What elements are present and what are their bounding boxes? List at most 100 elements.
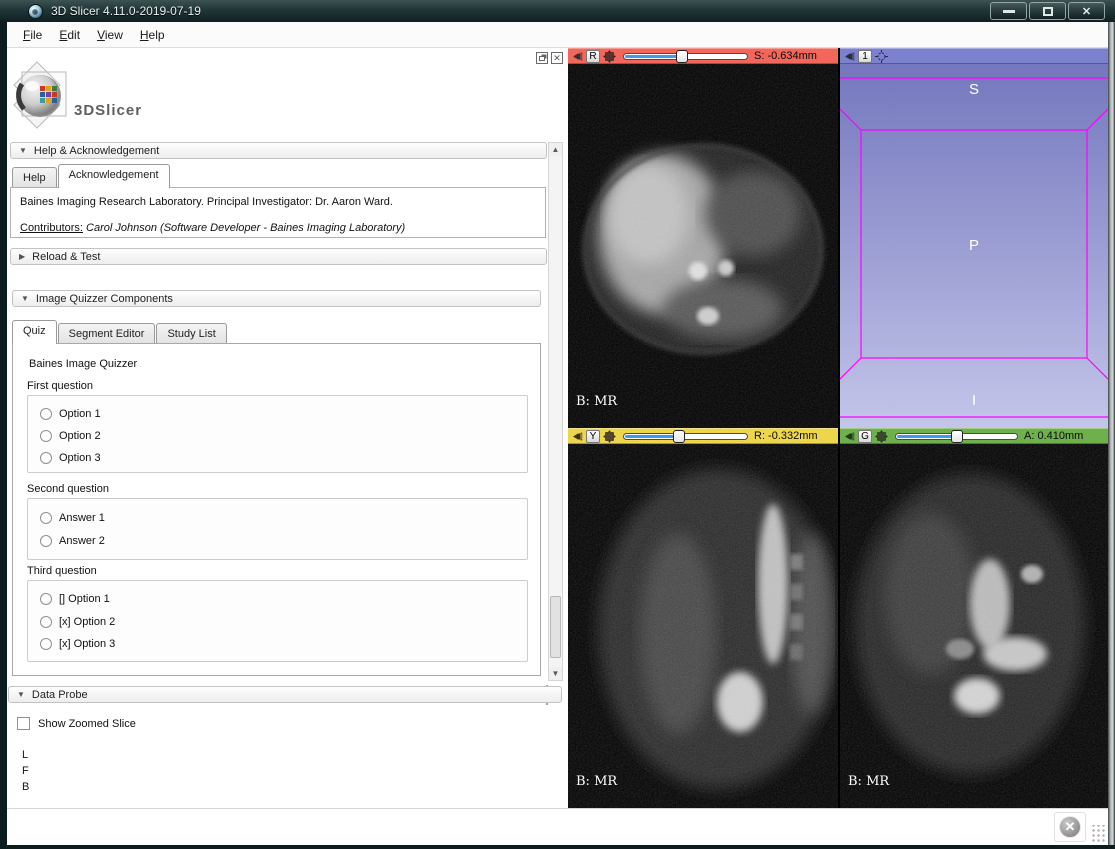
radio-option[interactable]: [x] Option 3	[40, 637, 115, 651]
green-corner-annotation: B: MR	[848, 774, 889, 789]
red-view-menu-button[interactable]: R	[586, 50, 600, 63]
orientation-label-s: S	[840, 81, 1108, 98]
title-bar: 3D Slicer 4.11.0-2019-07-19 ✕	[0, 0, 1115, 22]
quizzer-title: Image Quizzer Components	[36, 293, 173, 305]
maximize-button[interactable]	[1029, 2, 1066, 20]
green-slice-bar: G A: 0.410mm	[840, 428, 1108, 444]
question-2-label: Second question	[27, 483, 109, 495]
threed-view[interactable]: S P I	[840, 64, 1108, 428]
pin-icon[interactable]	[572, 51, 583, 62]
float-panel-icon[interactable]	[536, 52, 548, 64]
data-probe-header[interactable]: ▼ Data Probe	[8, 686, 562, 703]
quizzer-header[interactable]: ▼ Image Quizzer Components	[12, 290, 541, 307]
axis-label-l: L	[22, 749, 28, 761]
collapse-arrow-icon: ▼	[17, 690, 25, 699]
threed-view-bar: 1	[840, 48, 1108, 64]
status-close-button[interactable]: ✕	[1054, 812, 1086, 842]
tab-acknowledgement[interactable]: Acknowledgement	[58, 164, 170, 188]
menu-edit[interactable]: Edit	[52, 24, 87, 46]
threed-view-menu-button[interactable]: 1	[858, 50, 872, 63]
tab-study-list[interactable]: Study List	[156, 323, 226, 344]
question-3-group: [] Option 1 [x] Option 2 [x] Option 3	[27, 580, 528, 662]
radio-icon[interactable]	[40, 512, 52, 524]
slice-visibility-icon[interactable]	[875, 430, 888, 443]
radio-option[interactable]: Option 2	[40, 429, 101, 443]
green-view-menu-button[interactable]: G	[858, 430, 872, 443]
yellow-slice-bar: Y R: -0.332mm	[568, 428, 838, 444]
radio-option[interactable]: [] Option 1	[40, 592, 110, 606]
radio-option[interactable]: Answer 2	[40, 534, 105, 548]
radio-icon[interactable]	[40, 593, 52, 605]
green-slice-slider[interactable]	[895, 430, 1018, 443]
slice-visibility-icon[interactable]	[603, 50, 616, 63]
axis-label-b: B	[22, 781, 29, 793]
radio-option[interactable]: [x] Option 2	[40, 615, 115, 629]
help-ack-tabbar: Help Acknowledgement	[12, 164, 171, 188]
mr-axial-image	[568, 64, 838, 428]
tab-quiz[interactable]: Quiz	[12, 320, 57, 344]
pin-icon[interactable]	[844, 51, 855, 62]
slider-handle[interactable]	[951, 430, 963, 443]
red-slice-view[interactable]: B: MR	[568, 64, 838, 428]
viewer-layout: R S: -0.634mm 1	[568, 48, 1108, 808]
yellow-view-menu-button[interactable]: Y	[586, 430, 600, 443]
reload-test-title: Reload & Test	[32, 251, 100, 263]
radio-icon[interactable]	[40, 408, 52, 420]
ack-text: Baines Imaging Research Laboratory. Prin…	[20, 196, 393, 208]
app-logo-icon	[28, 4, 43, 19]
green-slice-view[interactable]: B: MR	[840, 444, 1108, 808]
close-panel-icon[interactable]: ✕	[551, 52, 563, 64]
yellow-corner-annotation: B: MR	[576, 774, 617, 789]
minimize-icon	[1003, 10, 1015, 13]
scroll-up-icon[interactable]: ▲	[549, 143, 562, 156]
radio-icon[interactable]	[40, 430, 52, 442]
show-zoomed-slice-row[interactable]: Show Zoomed Slice	[17, 717, 136, 730]
red-slice-bar: R S: -0.634mm	[568, 48, 838, 64]
crosshair-icon[interactable]	[875, 50, 888, 63]
yellow-slice-view[interactable]: B: MR	[568, 444, 838, 808]
mr-sagittal-image	[568, 444, 838, 808]
menu-bar: File Edit View Help	[7, 22, 1108, 48]
scrollbar-thumb[interactable]	[550, 596, 561, 658]
slice-visibility-icon[interactable]	[603, 430, 616, 443]
mr-coronal-image	[840, 444, 1108, 808]
slicer-logo: 3DSlicer	[12, 60, 212, 142]
slider-handle[interactable]	[676, 50, 688, 63]
help-ack-header[interactable]: ▼ Help & Acknowledgement	[10, 142, 547, 159]
menu-view[interactable]: View	[90, 24, 130, 46]
pin-icon[interactable]	[844, 431, 855, 442]
collapse-arrow-icon: ▶	[19, 252, 25, 261]
tab-segment-editor[interactable]: Segment Editor	[58, 323, 156, 344]
tab-help[interactable]: Help	[12, 167, 57, 188]
minimize-button[interactable]	[990, 2, 1027, 20]
radio-icon[interactable]	[40, 638, 52, 650]
collapse-arrow-icon: ▼	[19, 146, 27, 155]
checkbox-icon[interactable]	[17, 717, 30, 730]
window-right-border	[1108, 22, 1115, 845]
red-slice-slider[interactable]	[623, 50, 748, 63]
radio-option[interactable]: Answer 1	[40, 511, 105, 525]
quiz-content-frame: Baines Image Quizzer First question Opti…	[12, 343, 541, 676]
red-slice-offset: S: -0.634mm	[754, 50, 838, 62]
close-icon: ✕	[1082, 5, 1091, 18]
resize-grip[interactable]	[1092, 825, 1106, 843]
scroll-down-icon[interactable]: ▼	[549, 667, 562, 680]
radio-option[interactable]: Option 3	[40, 451, 101, 465]
close-button[interactable]: ✕	[1068, 2, 1105, 20]
reload-test-header[interactable]: ▶ Reload & Test	[10, 248, 547, 265]
panel-scrollbar[interactable]: ▲ ▼	[548, 142, 563, 681]
orientation-label-p: P	[840, 237, 1108, 254]
question-2-group: Answer 1 Answer 2	[27, 498, 528, 560]
quiz-heading: Baines Image Quizzer	[29, 358, 137, 370]
radio-icon[interactable]	[40, 452, 52, 464]
menu-file[interactable]: File	[16, 24, 49, 46]
slider-handle[interactable]	[673, 430, 685, 443]
radio-icon[interactable]	[40, 616, 52, 628]
contributors-text: Contributors: Carol Johnson (Software De…	[20, 222, 405, 234]
pin-icon[interactable]	[572, 431, 583, 442]
quizzer-tabbar: Quiz Segment Editor Study List	[12, 319, 228, 344]
radio-option[interactable]: Option 1	[40, 407, 101, 421]
yellow-slice-slider[interactable]	[623, 430, 748, 443]
radio-icon[interactable]	[40, 535, 52, 547]
menu-help[interactable]: Help	[133, 24, 172, 46]
